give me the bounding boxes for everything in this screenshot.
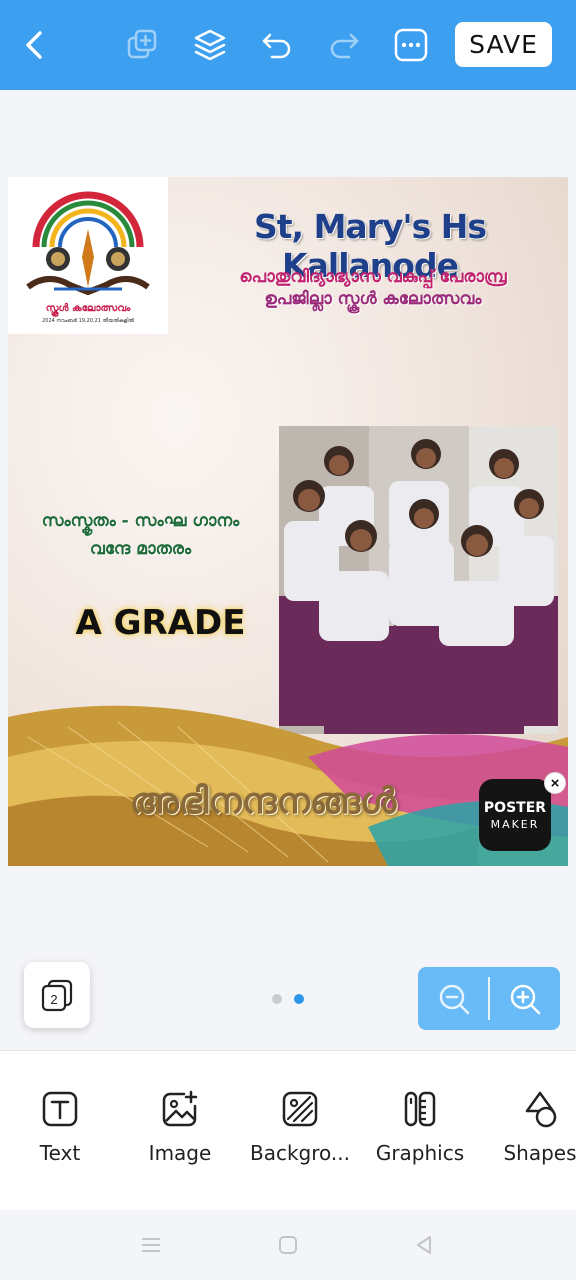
top-toolbar: SAVE <box>0 0 576 90</box>
logo-title: സ്കൂൾ കലോത്സവം <box>45 303 131 314</box>
page-count: 2 <box>50 992 57 1007</box>
shapes-tool-label: Shapes <box>503 1141 576 1165</box>
pages-button[interactable]: 2 <box>24 962 90 1028</box>
poster-canvas[interactable]: സ്കൂൾ കലോത്സവം 2024 നവംബർ 19,20,21 തീയതി… <box>8 177 568 866</box>
event-line2[interactable]: വന്ദേ മാതരം <box>8 539 273 559</box>
page-dot-1[interactable] <box>272 994 282 1004</box>
home-icon[interactable] <box>273 1230 303 1260</box>
grade-text[interactable]: A GRADE <box>8 603 313 643</box>
image-tool-label: Image <box>148 1141 212 1165</box>
shapes-icon <box>525 1091 557 1128</box>
text-tool-label: Text <box>39 1141 81 1165</box>
background-tool-label: Backgro... <box>250 1141 350 1165</box>
text-icon <box>42 1091 78 1127</box>
bottom-tool-bar: Text Image Backgro... Graphics Shapes <box>0 1050 576 1210</box>
image-tool[interactable]: Image <box>120 1089 240 1165</box>
add-image-icon <box>162 1090 198 1127</box>
zoom-controls <box>418 967 560 1030</box>
shapes-tool[interactable]: Shapes <box>480 1089 576 1165</box>
watermark-line2: MAKER <box>490 817 540 831</box>
greeting-text[interactable]: അഭിനന്ദനങ്ങൾ <box>28 781 498 823</box>
logo-caption: 2024 നവംബർ 19,20,21 തീയതികളിൽ <box>42 318 134 324</box>
system-back-icon[interactable] <box>409 1230 439 1260</box>
subtitle-line2[interactable]: ഉപജില്ലാ സ്കൂൾ കലോത്സവം <box>188 289 558 309</box>
background-tool[interactable]: Backgro... <box>240 1089 360 1165</box>
watermark-close-button[interactable]: × <box>544 772 566 794</box>
recents-icon[interactable] <box>136 1230 166 1260</box>
page-indicator <box>270 993 310 1005</box>
more-icon[interactable] <box>388 22 434 68</box>
text-tool[interactable]: Text <box>0 1089 120 1165</box>
system-navigation-bar <box>0 1210 576 1280</box>
back-icon[interactable] <box>12 22 58 68</box>
graphics-tool[interactable]: Graphics <box>360 1089 480 1165</box>
layers-icon[interactable] <box>187 22 233 68</box>
redo-icon[interactable] <box>321 22 367 68</box>
graphics-icon <box>404 1091 436 1127</box>
zoom-separator <box>488 977 490 1020</box>
page-dot-2[interactable] <box>294 994 304 1004</box>
watermark-line1: POSTER <box>483 799 547 816</box>
duplicate-icon[interactable] <box>119 22 165 68</box>
pages-icon: 2 <box>41 979 73 1012</box>
poster-maker-watermark[interactable]: POSTER MAKER <box>479 779 551 851</box>
save-button[interactable]: SAVE <box>455 22 552 67</box>
zoom-out-icon[interactable] <box>432 977 476 1021</box>
kalolsavam-logo[interactable]: സ്കൂൾ കലോത്സവം 2024 നവംബർ 19,20,21 തീയതി… <box>8 177 168 334</box>
zoom-in-icon[interactable] <box>503 977 547 1021</box>
undo-icon[interactable] <box>254 22 300 68</box>
background-icon <box>282 1091 318 1127</box>
subtitle-line1[interactable]: പൊതുവിദ്യാഭ്യാസ വകുപ്പ് പേരാമ്പ്ര <box>188 267 558 287</box>
event-line1[interactable]: സംസ്കൃതം - സംഘ ഗാനം <box>8 511 273 531</box>
graphics-tool-label: Graphics <box>375 1141 465 1165</box>
